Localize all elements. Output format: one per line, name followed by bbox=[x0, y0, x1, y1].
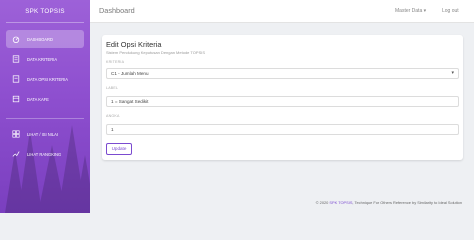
chevron-down-icon: ▾ bbox=[451, 70, 454, 76]
sidebar-divider bbox=[6, 118, 84, 119]
angka-input[interactable]: 1 bbox=[106, 124, 459, 135]
master-data-dropdown[interactable]: Master Data ▾ bbox=[395, 8, 426, 14]
sidebar-item-label: DASHBOARD bbox=[27, 36, 53, 42]
kriteria-label: KRITERIA bbox=[106, 60, 125, 64]
sidebar-item-data-kafe[interactable]: DATA KAFE bbox=[6, 90, 84, 108]
sidebar: SPK TOPSIS DASHBOARD DATA KRITERIA DATA … bbox=[0, 0, 90, 213]
ranking-icon bbox=[11, 149, 21, 159]
sidebar-item-label: DATA OPSI KRITERIA bbox=[27, 76, 69, 82]
sidebar-item-data-opsi-kriteria[interactable]: DATA OPSI KRITERIA bbox=[6, 70, 84, 88]
dashboard-icon bbox=[11, 34, 21, 44]
angka-field-label: ANGKA bbox=[106, 114, 120, 118]
list-icon bbox=[11, 54, 21, 64]
grid-icon bbox=[11, 129, 21, 139]
sidebar-item-label: DATA KRITERIA bbox=[27, 56, 58, 62]
brand-title[interactable]: SPK TOPSIS bbox=[6, 0, 84, 23]
sidebar-item-lihat-rangking[interactable]: LIHAT RANGKING bbox=[6, 145, 84, 163]
sidebar-item-data-kriteria[interactable]: DATA KRITERIA bbox=[6, 50, 84, 68]
sidebar-item-lihat-isi-nilai[interactable]: LIHAT / ISI NILAI bbox=[6, 125, 84, 143]
sidebar-item-label: LIHAT RANGKING bbox=[27, 151, 62, 157]
footer-description: , Technique For Others Reference by Simi… bbox=[352, 200, 462, 205]
cafe-icon bbox=[11, 94, 21, 104]
footer: © 2020 SPK TOPSIS, Technique For Others … bbox=[316, 200, 462, 205]
form-subtitle: Sistem Pendukung Keputusan Dengan Metode… bbox=[106, 50, 206, 55]
form-title: Edit Opsi Kriteria bbox=[106, 40, 162, 49]
top-navbar: Dashboard Master Data ▾ Log out bbox=[90, 0, 474, 23]
footer-copyright: © 2020 bbox=[315, 200, 329, 205]
sidebar-nav: DASHBOARD DATA KRITERIA DATA OPSI KRITER… bbox=[0, 30, 90, 163]
label-field-label: LABEL bbox=[106, 86, 119, 90]
sidebar-item-dashboard[interactable]: DASHBOARD bbox=[6, 30, 84, 48]
kriteria-select-value: C1 - Jumlah Menu bbox=[111, 71, 149, 76]
logout-link[interactable]: Log out bbox=[442, 8, 459, 14]
footer-brand-link[interactable]: SPK TOPSIS bbox=[329, 200, 352, 205]
edit-opsi-kriteria-card: Edit Opsi Kriteria Sistem Pendukung Kepu… bbox=[102, 35, 463, 160]
kriteria-select[interactable]: C1 - Jumlah Menu ▾ bbox=[106, 68, 459, 79]
document-icon bbox=[11, 74, 21, 84]
label-input[interactable]: 1 = Sangat Sedikit bbox=[106, 96, 459, 107]
sidebar-item-label: LIHAT / ISI NILAI bbox=[27, 131, 59, 137]
page-title: Dashboard bbox=[99, 6, 135, 15]
update-button[interactable]: Update bbox=[106, 143, 132, 155]
sidebar-item-label: DATA KAFE bbox=[27, 96, 49, 102]
